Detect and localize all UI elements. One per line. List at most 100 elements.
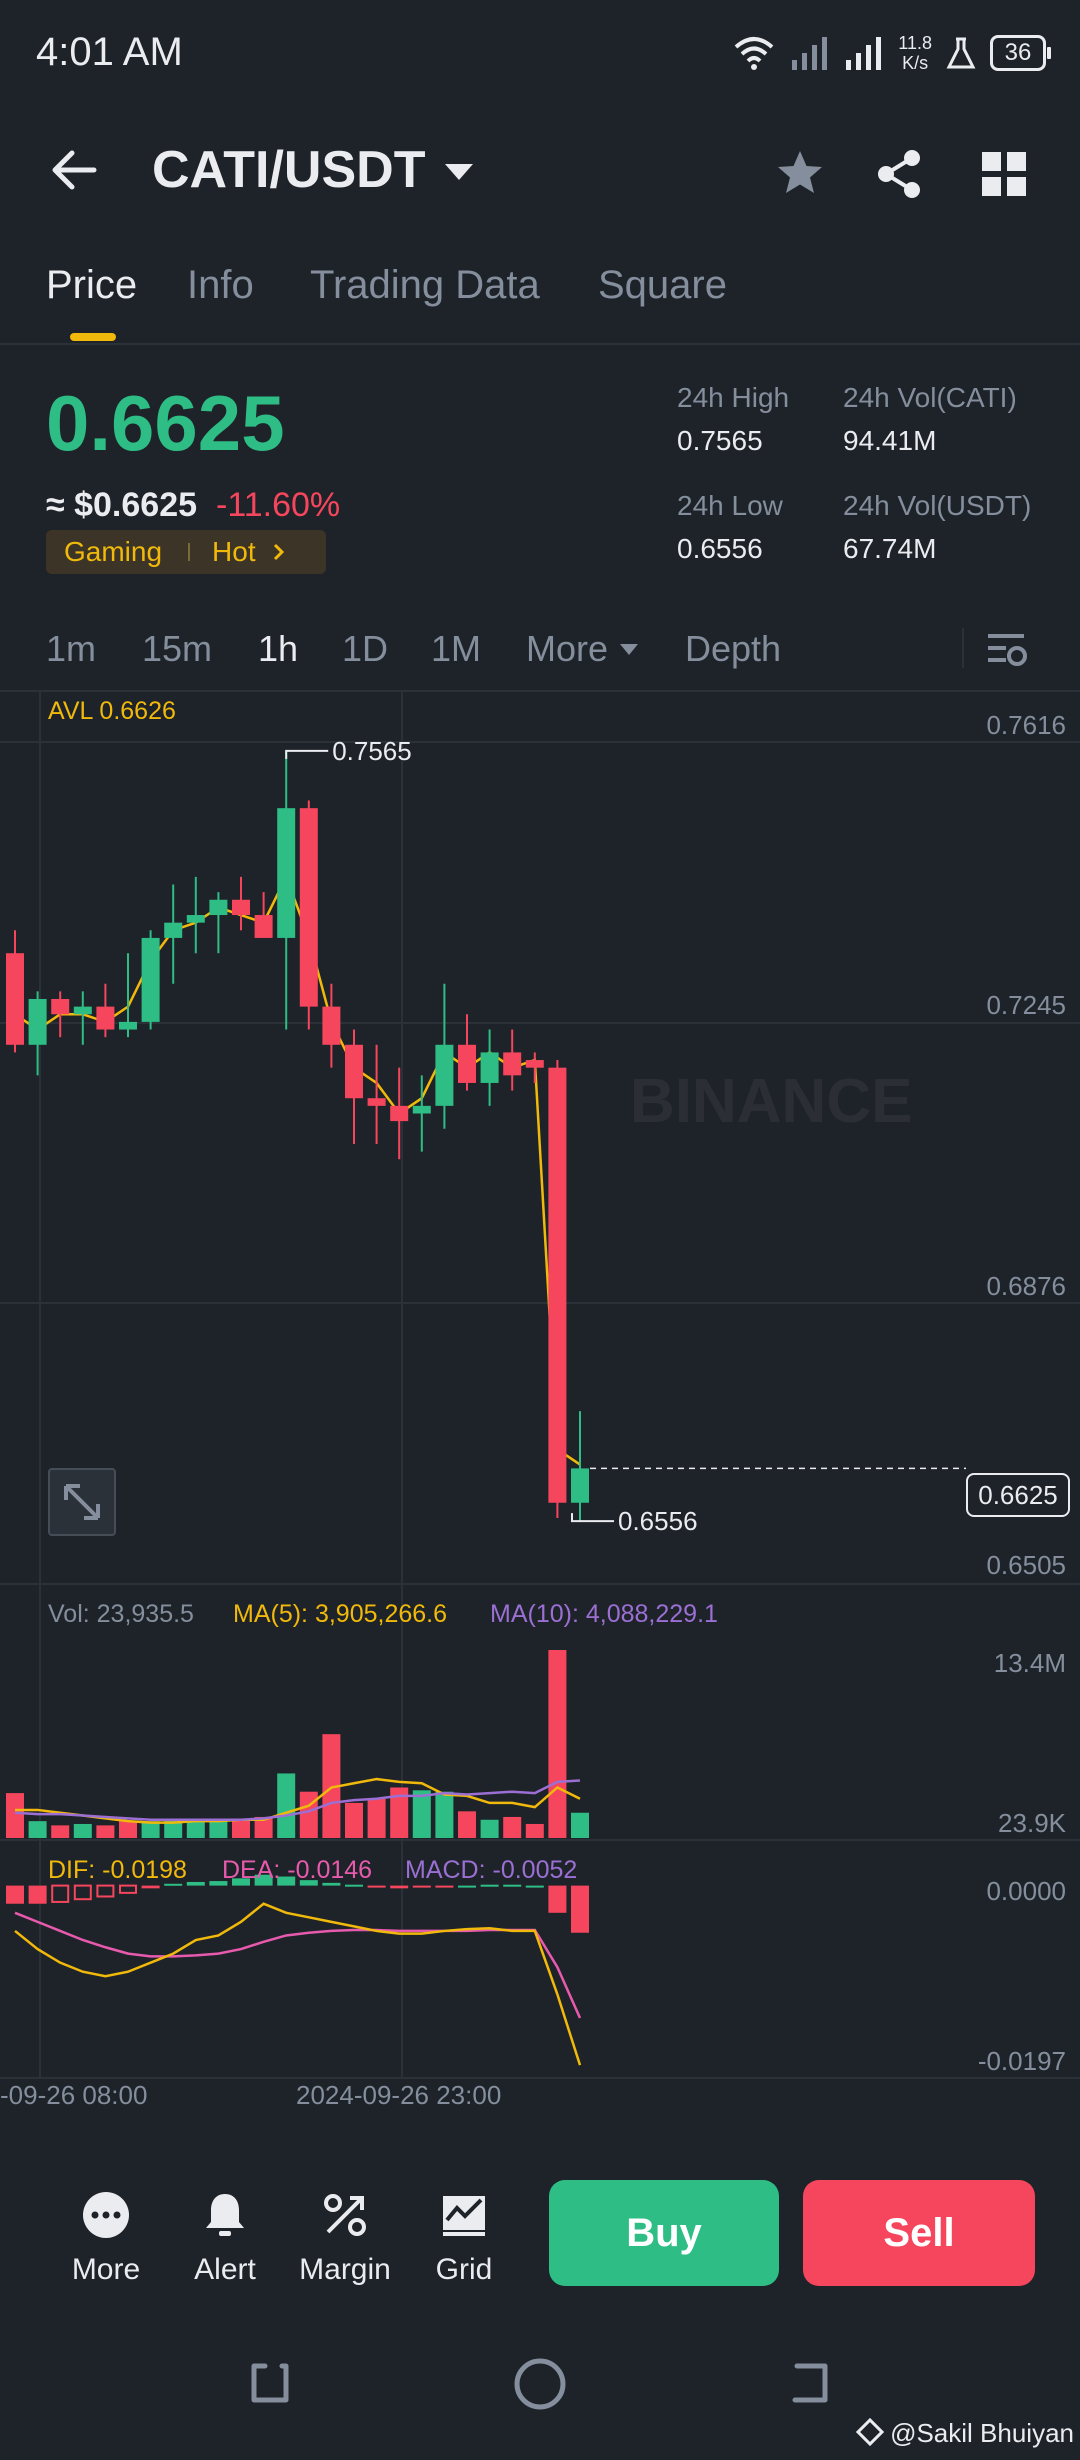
macd-bar [458, 1885, 476, 1888]
tag-gaming[interactable]: Gaming [64, 536, 162, 568]
interval-bar: 1m 15m 1h 1D 1M More Depth [0, 610, 1080, 692]
tag-hot[interactable]: Hot [212, 536, 256, 568]
volume-bar [232, 1819, 250, 1838]
interval-15m[interactable]: 15m [142, 628, 212, 670]
interval-1mo[interactable]: 1M [431, 628, 481, 670]
volume-bar [209, 1819, 228, 1838]
macd-bar [412, 1885, 431, 1888]
signal-icon-2 [846, 37, 882, 70]
tab-trading-data[interactable]: Trading Data [310, 263, 540, 308]
stat-vol-quote-label: 24h Vol(USDT) [843, 490, 1032, 521]
stat-high-label: 24h High [677, 382, 790, 413]
volume-bar [571, 1812, 589, 1838]
home-nav-icon[interactable] [512, 2356, 568, 2412]
macd-bar [28, 1885, 47, 1904]
volume-bar [345, 1802, 363, 1838]
more-dots-icon [83, 2192, 129, 2238]
axis-label-2: 0.7245 [986, 990, 1066, 1020]
signal-icon [792, 37, 828, 70]
share-icon[interactable] [872, 146, 928, 202]
macd-bar [51, 1884, 70, 1903]
pair-selector[interactable]: CATI/USDT [152, 140, 474, 200]
tag-divider [188, 543, 191, 561]
sell-button[interactable]: Sell [803, 2180, 1035, 2286]
sector-tags[interactable]: Gaming Hot [46, 530, 326, 574]
star-icon[interactable] [772, 146, 828, 202]
status-bar: 4:01 AM 11.8 K/s 36 [0, 0, 1080, 110]
volume-axis-bottom: 23.9K [998, 1808, 1066, 1838]
expand-icon [64, 1484, 100, 1520]
more-button[interactable]: More [56, 2190, 156, 2287]
fullscreen-button[interactable] [48, 1468, 116, 1536]
macd-bar [548, 1885, 567, 1913]
interval-divider [962, 628, 964, 668]
buy-button[interactable]: Buy [549, 2180, 779, 2286]
volume-bar [277, 1773, 296, 1838]
time-axis-label-2: 2024-09-26 23:00 [296, 2080, 502, 2110]
candle [186, 915, 205, 923]
candle [548, 1067, 567, 1503]
volume-bar [435, 1791, 454, 1838]
macd-axis-bottom: -0.0197 [977, 2046, 1066, 2076]
volume-bar [73, 1823, 92, 1838]
volume-bar [186, 1821, 205, 1838]
candle [458, 1044, 476, 1083]
ma10-polyline [14, 1779, 581, 1822]
macd-dea-label: DEA: -0.0146 [222, 1856, 373, 1884]
candle [480, 1052, 499, 1083]
candle [254, 915, 273, 938]
volume-ma5-label: MA(5): 3,905,266.6 [233, 1600, 448, 1628]
tab-square[interactable]: Square [598, 263, 727, 308]
avl-polyline [14, 873, 581, 1466]
interval-more[interactable]: More [526, 628, 639, 670]
macd-bar [6, 1885, 24, 1904]
macd-bar [141, 1885, 160, 1889]
tab-price[interactable]: Price [46, 263, 137, 308]
stat-vol-base-value: 94.41M [843, 425, 937, 456]
flask-icon [946, 37, 976, 69]
axis-label-1: 0.7616 [986, 710, 1066, 740]
volume-axis-top: 13.4M [993, 1648, 1066, 1678]
recents-nav-icon[interactable] [245, 2358, 295, 2408]
stat-vol-base-label: 24h Vol(CATI) [843, 382, 1017, 413]
wifi-icon [734, 37, 774, 70]
grid-button[interactable]: Grid [414, 2190, 514, 2287]
diamond-logo-icon [855, 2417, 885, 2447]
more-label: More [71, 2253, 141, 2286]
grid-label: Grid [435, 2253, 493, 2286]
alert-button[interactable]: Alert [175, 2190, 275, 2287]
tab-active-indicator [70, 333, 116, 341]
macd-bar [73, 1884, 92, 1901]
macd-bar [435, 1885, 454, 1888]
chart-settings-icon[interactable] [986, 630, 1028, 670]
volume-ma-lines [14, 1777, 581, 1824]
volume-label: Vol: 23,935.5 [48, 1600, 194, 1628]
tab-bar: Price Info Trading Data Square [0, 255, 1080, 345]
candle [51, 998, 70, 1015]
back-arrow-icon[interactable] [44, 140, 104, 200]
macd-lines [14, 1902, 582, 2066]
interval-1h[interactable]: 1h [258, 628, 298, 670]
interval-depth[interactable]: Depth [685, 628, 781, 670]
candle [6, 953, 24, 1045]
margin-button[interactable]: Margin [295, 2190, 395, 2287]
tab-info[interactable]: Info [187, 263, 254, 308]
volume-bar [96, 1825, 115, 1838]
macd-bar [96, 1884, 115, 1898]
interval-1m[interactable]: 1m [46, 628, 96, 670]
interval-1d[interactable]: 1D [342, 628, 388, 670]
candle [73, 1006, 92, 1015]
price-usd: ≈ $0.6625 [46, 486, 198, 524]
volume-bar [51, 1825, 70, 1838]
chevron-down-icon [445, 164, 474, 180]
volume-bar [503, 1816, 522, 1838]
candle [141, 937, 160, 1022]
candle [299, 808, 318, 1007]
dif-polyline [14, 1902, 582, 2066]
back-nav-icon[interactable] [785, 2358, 835, 2408]
candle [503, 1052, 522, 1076]
grid-menu-icon[interactable] [976, 146, 1032, 202]
margin-percent-icon [324, 2194, 366, 2236]
status-time: 4:01 AM [36, 30, 183, 74]
macd-dif-label: DIF: -0.0198 [48, 1856, 187, 1884]
